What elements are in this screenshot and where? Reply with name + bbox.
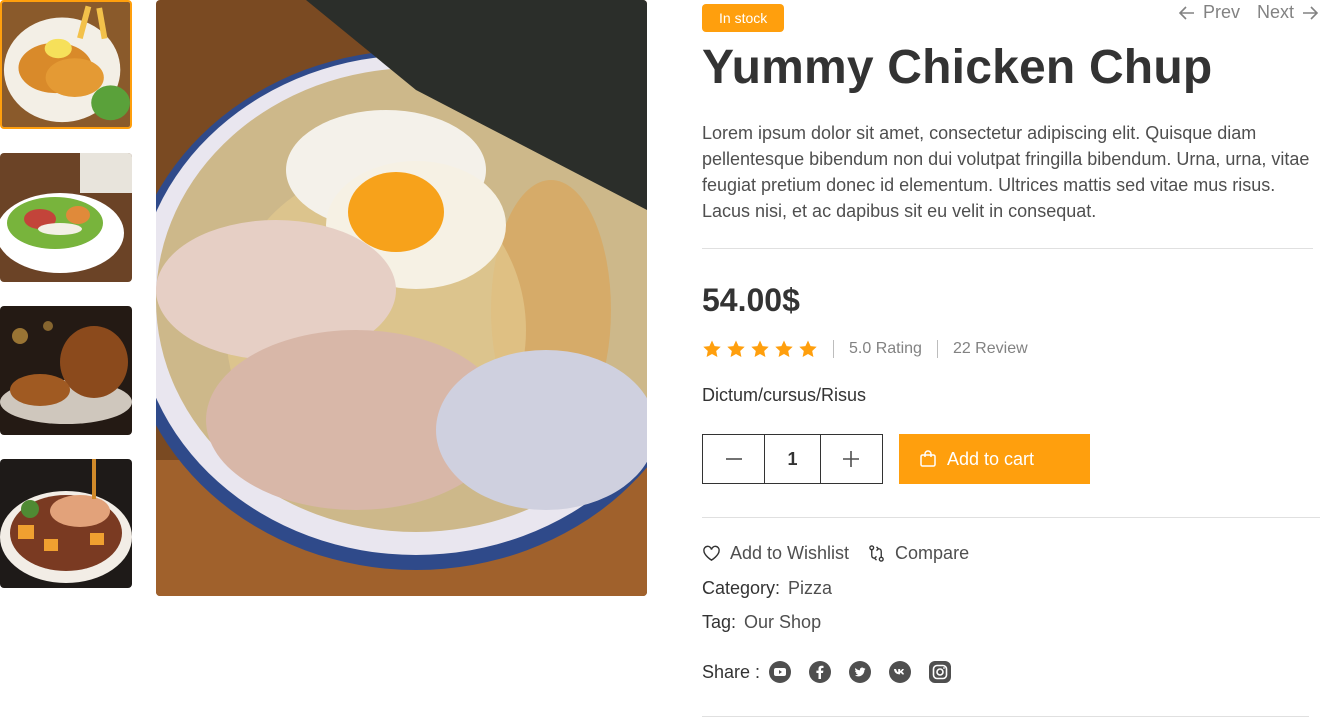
category-value[interactable]: Pizza bbox=[788, 578, 832, 599]
star-icon bbox=[703, 340, 721, 357]
add-to-cart-label: Add to cart bbox=[947, 448, 1035, 469]
divider bbox=[702, 248, 1313, 249]
vk-icon[interactable] bbox=[888, 660, 912, 684]
divider bbox=[702, 517, 1320, 518]
social-links bbox=[768, 660, 952, 684]
add-to-cart-button[interactable]: Add to cart bbox=[899, 434, 1090, 484]
thumbnail-chicken-bowl[interactable] bbox=[0, 459, 132, 588]
instagram-icon[interactable] bbox=[928, 660, 952, 684]
arrow-right-icon bbox=[1303, 5, 1319, 20]
product-description: Lorem ipsum dolor sit amet, consectetur … bbox=[702, 123, 1310, 221]
prev-label: Prev bbox=[1202, 2, 1240, 22]
compare-link[interactable]: Compare bbox=[867, 543, 969, 564]
shopping-bag-icon bbox=[920, 450, 936, 467]
next-link[interactable]: Next bbox=[1257, 2, 1320, 23]
product-actions: Add to Wishlist Compare bbox=[702, 543, 969, 564]
separator bbox=[833, 340, 834, 358]
thumbnail-roast-chicken[interactable] bbox=[0, 306, 132, 435]
next-label: Next bbox=[1256, 2, 1294, 22]
minus-icon bbox=[725, 458, 742, 460]
increase-quantity-button[interactable] bbox=[821, 435, 882, 483]
plus-icon bbox=[843, 451, 860, 467]
heart-icon bbox=[703, 545, 720, 561]
rating-row: 5.0 Rating 22 Review bbox=[702, 337, 1028, 361]
product-nav: Prev Next bbox=[1177, 2, 1320, 23]
share-row: Share : bbox=[702, 660, 952, 684]
star-icon bbox=[727, 340, 745, 357]
thumbnail-salad[interactable] bbox=[0, 153, 132, 282]
product-path: Dictum/cursus/Risus bbox=[702, 385, 867, 405]
category-label: Category: bbox=[702, 578, 781, 598]
youtube-icon[interactable] bbox=[768, 660, 792, 684]
product-details: In stock Prev Next Yummy Chicken Chup Lo… bbox=[702, 0, 1320, 718]
prev-link[interactable]: Prev bbox=[1177, 2, 1240, 23]
divider bbox=[702, 716, 1309, 717]
main-product-image bbox=[156, 0, 647, 596]
wishlist-label: Add to Wishlist bbox=[730, 543, 850, 563]
star-icon bbox=[799, 340, 817, 357]
star-icon bbox=[751, 340, 769, 357]
product-price: 54.00$ bbox=[702, 282, 800, 318]
thumbnail-chicken-cutlet[interactable] bbox=[0, 0, 132, 129]
tag-label: Tag: bbox=[702, 612, 737, 632]
quantity-stepper: 1 bbox=[702, 434, 883, 484]
decrease-quantity-button[interactable] bbox=[703, 435, 764, 483]
compare-icon bbox=[869, 545, 884, 562]
review-count[interactable]: 22 Review bbox=[953, 340, 1028, 358]
category-row: Category: Pizza bbox=[702, 578, 832, 599]
twitter-icon[interactable] bbox=[848, 660, 872, 684]
tag-value[interactable]: Our Shop bbox=[744, 612, 821, 633]
stock-badge: In stock bbox=[702, 4, 785, 32]
rating-text: 5.0 Rating bbox=[849, 340, 922, 357]
separator bbox=[936, 340, 938, 358]
compare-label: Compare bbox=[895, 543, 970, 563]
tag-row: Tag: Our Shop bbox=[702, 612, 821, 633]
star-rating bbox=[702, 339, 818, 359]
star-icon bbox=[775, 340, 793, 357]
facebook-icon[interactable] bbox=[808, 660, 832, 684]
add-to-wishlist-link[interactable]: Add to Wishlist bbox=[702, 543, 849, 564]
product-title: Yummy Chicken Chup bbox=[702, 41, 1213, 94]
arrow-left-icon bbox=[1178, 5, 1194, 20]
share-label: Share : bbox=[702, 661, 761, 682]
quantity-value[interactable]: 1 bbox=[764, 435, 821, 483]
